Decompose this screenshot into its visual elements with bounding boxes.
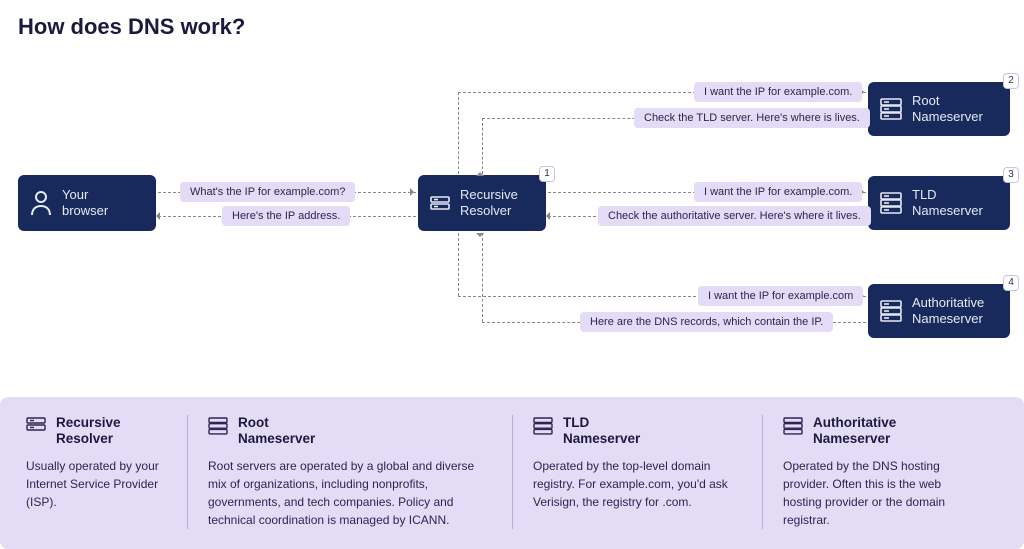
msg-root-to-resolver: Check the TLD server. Here's where is li… bbox=[634, 108, 870, 128]
server-icon bbox=[783, 417, 803, 433]
legend-desc: Operated by the DNS hosting provider. Of… bbox=[783, 457, 982, 529]
server-icon bbox=[880, 98, 902, 120]
legend-tld-nameserver: TLD Nameserver Operated by the top-level… bbox=[512, 415, 762, 529]
legend-desc: Root servers are operated by a global an… bbox=[208, 457, 492, 529]
page-title: How does DNS work? bbox=[18, 14, 245, 40]
server-icon bbox=[208, 417, 228, 433]
node-label: Root Nameserver bbox=[912, 93, 983, 126]
server-small-icon bbox=[430, 196, 450, 210]
server-small-icon bbox=[26, 417, 46, 433]
step-badge: 2 bbox=[1003, 73, 1019, 89]
server-icon bbox=[880, 300, 902, 322]
step-badge: 3 bbox=[1003, 167, 1019, 183]
node-authoritative-nameserver: Authoritative Nameserver 4 bbox=[868, 284, 1010, 338]
legend-root-nameserver: Root Nameserver Root servers are operate… bbox=[187, 415, 512, 529]
msg-resolver-to-root: I want the IP for example.com. bbox=[694, 82, 862, 102]
legend-title: Recursive Resolver bbox=[56, 415, 121, 447]
legend-desc: Usually operated by your Internet Servic… bbox=[26, 457, 167, 511]
node-label: TLD Nameserver bbox=[912, 187, 983, 220]
node-tld-nameserver: TLD Nameserver 3 bbox=[868, 176, 1010, 230]
msg-resolver-to-browser: Here's the IP address. bbox=[222, 206, 350, 226]
legend-authoritative-nameserver: Authoritative Nameserver Operated by the… bbox=[762, 415, 1002, 529]
node-label: Authoritative Nameserver bbox=[912, 295, 984, 328]
node-recursive-resolver: Recursive Resolver 1 bbox=[418, 175, 546, 231]
msg-tld-to-resolver: Check the authoritative server. Here's w… bbox=[598, 206, 871, 226]
server-icon bbox=[880, 192, 902, 214]
msg-auth-to-resolver: Here are the DNS records, which contain … bbox=[580, 312, 833, 332]
node-label: Recursive Resolver bbox=[460, 187, 518, 220]
node-label: Your browser bbox=[62, 187, 108, 220]
step-badge: 1 bbox=[539, 166, 555, 182]
node-your-browser: Your browser bbox=[18, 175, 156, 231]
step-badge: 4 bbox=[1003, 275, 1019, 291]
msg-resolver-to-tld: I want the IP for example.com. bbox=[694, 182, 862, 202]
legend-title: TLD Nameserver bbox=[563, 415, 640, 447]
legend-desc: Operated by the top-level domain registr… bbox=[533, 457, 742, 511]
legend-title: Root Nameserver bbox=[238, 415, 315, 447]
legend-title: Authoritative Nameserver bbox=[813, 415, 896, 447]
dns-flow-diagram: Your browser Recursive Resolver 1 Root N… bbox=[0, 50, 1024, 375]
legend-recursive-resolver: Recursive Resolver Usually operated by y… bbox=[22, 415, 187, 529]
server-icon bbox=[533, 417, 553, 433]
msg-resolver-to-auth: I want the IP for example.com bbox=[698, 286, 863, 306]
user-icon bbox=[30, 190, 52, 216]
legend-panel: Recursive Resolver Usually operated by y… bbox=[0, 397, 1024, 549]
node-root-nameserver: Root Nameserver 2 bbox=[868, 82, 1010, 136]
msg-browser-to-resolver: What's the IP for example.com? bbox=[180, 182, 355, 202]
